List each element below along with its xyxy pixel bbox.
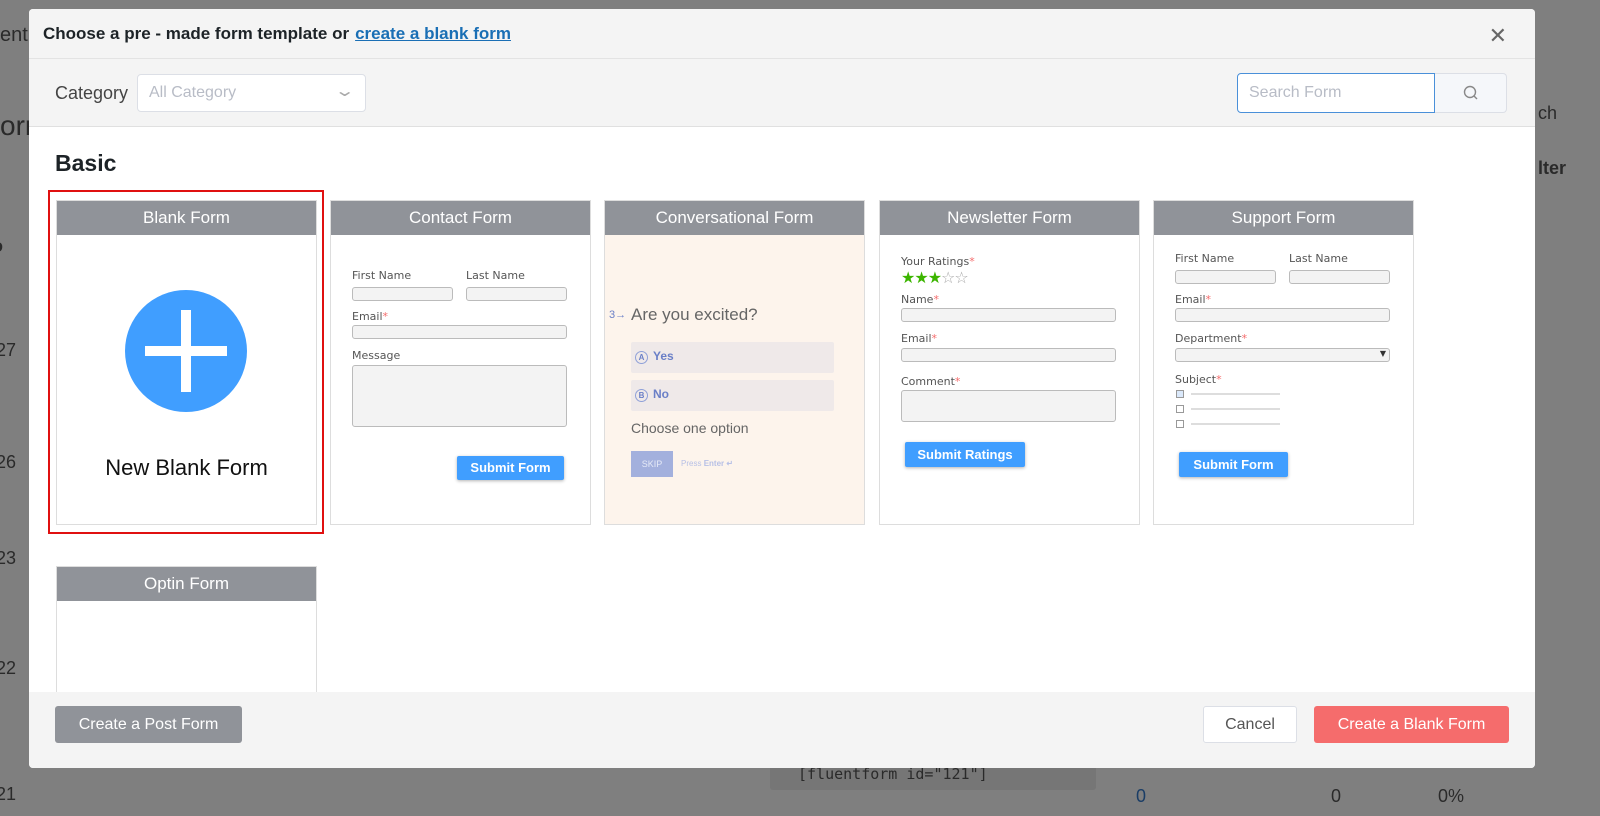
create-post-form-button[interactable]: Create a Post Form <box>55 706 242 743</box>
press-enter: Press Enter ↵ <box>681 459 734 468</box>
preview-label: Email <box>901 332 932 345</box>
step-number: 3→ <box>609 309 627 321</box>
bg-row: 27 <box>0 340 17 360</box>
bg-row: 21 <box>0 784 17 804</box>
preview-label: Last Name <box>466 269 525 282</box>
bg-stat: 0 <box>1136 786 1147 806</box>
preview-label: Email <box>352 310 383 323</box>
preview-label: Name <box>901 293 934 306</box>
section-title: Basic <box>55 150 117 176</box>
bg-stat: 0% <box>1438 786 1465 806</box>
preview-label: Your Ratings <box>901 255 970 268</box>
modal-title: Choose a pre - made form template or <box>43 23 350 43</box>
bg-search: ch <box>1538 103 1558 123</box>
modal-footer: Create a Post Form Cancel Create a Blank… <box>29 692 1535 768</box>
bg-title: ent <box>0 24 28 46</box>
card-title: Support Form <box>1154 201 1413 235</box>
star-empty-icon: ☆ <box>941 268 955 287</box>
preview-submit-button: Submit Form <box>1179 452 1288 477</box>
new-blank-form-label: New Blank Form <box>105 455 268 480</box>
template-card-conversational[interactable]: Conversational Form 3→ Are you excited? … <box>604 200 865 525</box>
bg-filter: lter <box>1538 158 1567 178</box>
search-box <box>1237 73 1507 113</box>
checkbox-checked-icon <box>1176 390 1184 398</box>
template-card-contact[interactable]: Contact Form First Name Last Name Email*… <box>330 200 591 525</box>
search-icon <box>1463 85 1477 100</box>
cancel-button[interactable]: Cancel <box>1203 706 1297 743</box>
preview-submit-button: Submit Ratings <box>905 442 1025 467</box>
create-blank-form-link[interactable]: create a blank form <box>355 24 511 44</box>
bg-col: o <box>0 236 3 257</box>
template-card-blank[interactable]: Blank Form New Blank Form <box>56 200 317 525</box>
plus-icon <box>125 290 247 412</box>
preview-label: Subject <box>1175 373 1217 386</box>
toolbar: Category All Category ⌄ <box>29 59 1535 127</box>
rating-stars: ★★★☆☆ <box>901 268 969 287</box>
checkbox-icon <box>1176 405 1184 413</box>
bg-row: 26 <box>0 452 17 472</box>
preview-label: First Name <box>352 269 412 282</box>
card-title: Optin Form <box>57 567 316 601</box>
preview-label: Email <box>1175 293 1206 306</box>
dropdown-arrow-icon: ▼ <box>1379 349 1386 358</box>
question: Are you excited? <box>631 305 758 324</box>
template-modal: Choose a pre - made form template or cre… <box>29 9 1535 768</box>
skip-button: SKIP <box>631 451 673 477</box>
preview-label: Last Name <box>1289 252 1348 265</box>
template-card-support[interactable]: Support Form First Name Last Name Email*… <box>1153 200 1414 525</box>
preview-label: First Name <box>1175 252 1235 265</box>
chevron-down-icon: ⌄ <box>333 83 356 100</box>
card-title: Contact Form <box>331 201 590 235</box>
card-title: Newsletter Form <box>880 201 1139 235</box>
create-blank-form-button[interactable]: Create a Blank Form <box>1314 706 1509 743</box>
star-filled-icon: ★ <box>927 268 942 287</box>
star-filled-icon: ★ <box>901 268 915 287</box>
category-value: All Category <box>149 84 237 101</box>
bg-row: 22 <box>0 658 17 678</box>
modal-header: Choose a pre - made form template or cre… <box>29 9 1535 59</box>
template-card-optin[interactable]: Optin Form <box>56 566 317 692</box>
hint: Choose one option <box>631 420 749 436</box>
star-filled-icon: ★ <box>914 268 928 287</box>
bg-row: 23 <box>0 548 17 568</box>
preview-submit-button: Submit Form <box>457 456 564 480</box>
close-icon[interactable]: ✕ <box>1489 23 1507 49</box>
checkbox-icon <box>1176 420 1184 428</box>
template-card-newsletter[interactable]: Newsletter Form Your Ratings* ★★★☆☆ Name… <box>879 200 1140 525</box>
option-no: B No <box>631 380 834 411</box>
bg-stat: 0 <box>1331 786 1342 806</box>
preview-label: Message <box>352 349 401 362</box>
card-title: Conversational Form <box>605 201 864 235</box>
card-title: Blank Form <box>57 201 316 235</box>
search-button[interactable] <box>1435 73 1507 113</box>
option-yes: A Yes <box>631 342 834 373</box>
preview-label: Comment <box>901 375 955 388</box>
search-input[interactable] <box>1237 73 1435 113</box>
star-empty-icon: ☆ <box>954 268 968 287</box>
preview-label: Department <box>1175 332 1242 345</box>
category-label: Category <box>55 83 129 103</box>
template-list: Basic Blank Form New Blank Form Contact … <box>29 127 1535 692</box>
category-select[interactable]: All Category ⌄ <box>137 74 366 112</box>
